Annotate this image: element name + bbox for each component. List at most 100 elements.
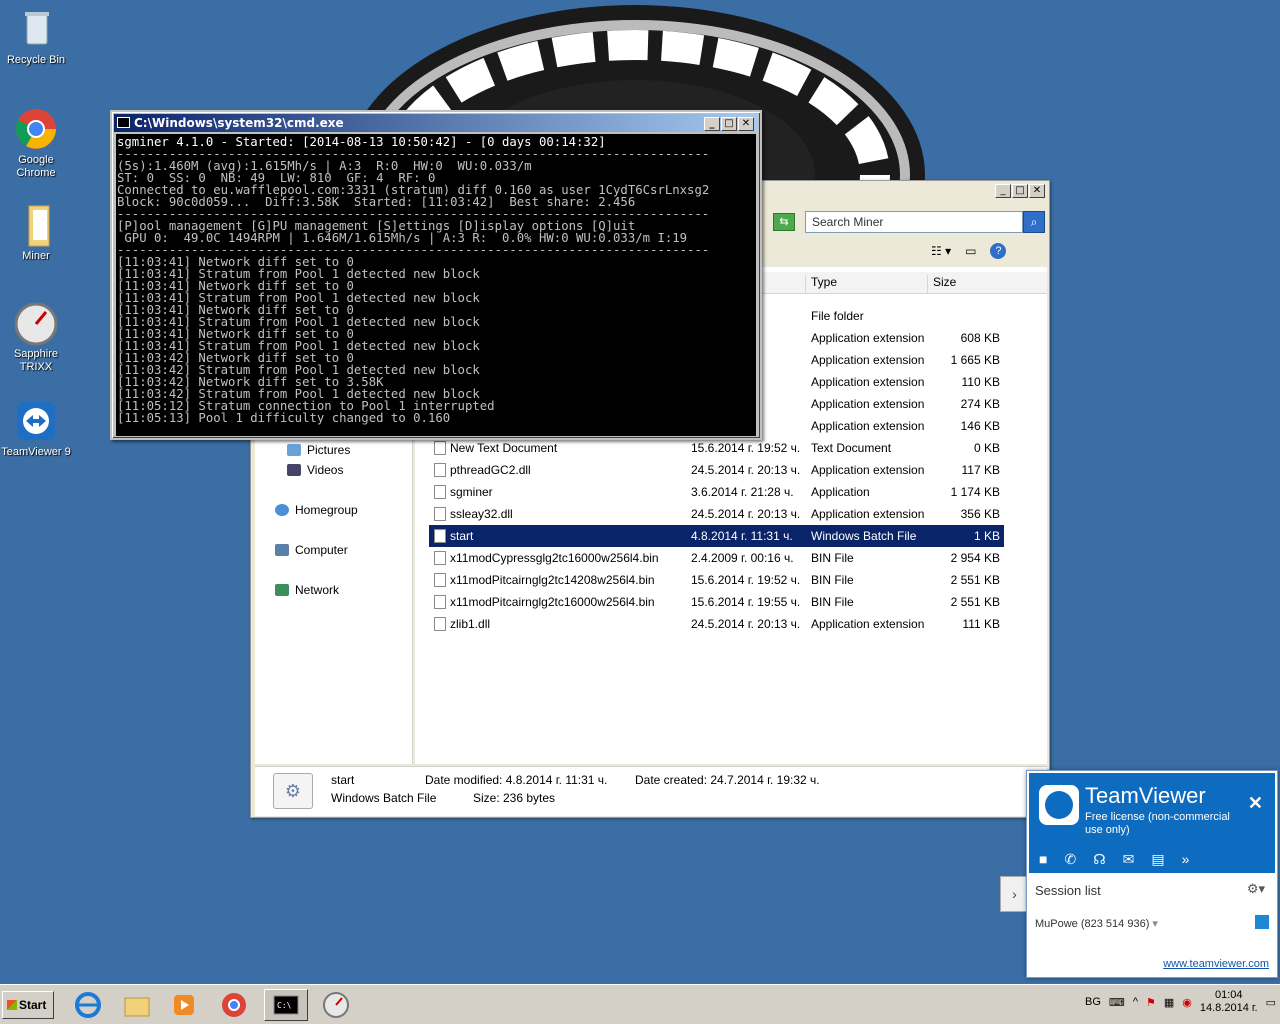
file-type: Application extension [811, 353, 925, 367]
phone-icon[interactable]: ✆ [1064, 851, 1076, 868]
network-icon [275, 584, 289, 596]
column-size[interactable]: Size [927, 275, 1007, 293]
file-name: x11modPitcairnglg2tc16000w256l4.bin [450, 595, 655, 609]
clock[interactable]: 01:04 14.8.2014 г. [1200, 989, 1258, 1015]
file-size: 1 665 KB [950, 353, 1000, 367]
taskbar: Start C:\ BG ⌨ ^ ⚑ ▦ ◉ 01:04 14.8.2014 г… [0, 984, 1280, 1024]
pictures-icon [287, 444, 301, 456]
details-modified: Date modified: 4.8.2014 г. 11:31 ч. [425, 773, 608, 787]
keyboard-icon[interactable]: ⌨ [1109, 996, 1125, 1009]
desktop-icon-teamviewer[interactable]: TeamViewer 9 [0, 398, 72, 459]
search-input[interactable]: Search Miner [805, 211, 1023, 233]
file-row[interactable]: sgminer 3.6.2014 г. 21:28 ч. Application 1 … [429, 481, 1004, 503]
file-type: BIN File [811, 595, 854, 609]
teamviewer-icon [13, 398, 59, 444]
console-output[interactable]: sgminer 4.1.0 - Started: [2014-08-13 10:… [116, 134, 756, 436]
taskbar-chrome[interactable] [212, 989, 256, 1021]
search-icon[interactable]: ⌕ [1023, 211, 1045, 233]
nav-item-homegroup[interactable]: Homegroup [275, 503, 358, 517]
file-row[interactable]: x11modPitcairnglg2tc14208w256l4.bin 15.6.… [429, 569, 1004, 591]
cmd-title-bar[interactable]: C:\Windows\system32\cmd.exe _ □ ✕ [114, 114, 758, 132]
file-row[interactable]: zlib1.dll 24.5.2014 г. 20:13 ч. Applicatio… [429, 613, 1004, 635]
system-tray: BG ⌨ ^ ⚑ ▦ ◉ 01:04 14.8.2014 г. ▭ [1085, 989, 1276, 1015]
cmd-window[interactable]: C:\Windows\system32\cmd.exe _ □ ✕ sgmine… [110, 110, 762, 440]
file-type: Windows Batch File [811, 529, 917, 543]
file-name: New Text Document [450, 441, 558, 455]
file-row[interactable]: pthreadGC2.dll 24.5.2014 г. 20:13 ч. Appli… [429, 459, 1004, 481]
nav-item-computer[interactable]: Computer [275, 543, 348, 557]
taskbar-media-player[interactable] [162, 989, 206, 1021]
volume-icon[interactable]: ◉ [1182, 996, 1192, 1009]
show-desktop-icon[interactable]: ▭ [1266, 996, 1276, 1009]
language-indicator[interactable]: BG [1085, 996, 1101, 1008]
file-row[interactable]: start 4.8.2014 г. 11:31 ч. Windows Batch F… [429, 525, 1004, 547]
file-size: 117 KB [961, 463, 1000, 477]
taskbar-trixx[interactable] [314, 989, 358, 1021]
help-icon[interactable]: ? [990, 243, 1007, 259]
file-size: 356 KB [960, 507, 1000, 521]
recycle-bin-icon [13, 6, 59, 52]
session-partner[interactable]: MuPowe (823 514 936) ▾ [1035, 917, 1158, 930]
details-created: Date created: 24.7.2014 г. 19:32 ч. [635, 773, 820, 787]
nav-item-pictures[interactable]: Pictures [287, 443, 350, 457]
teamviewer-collapse-tab[interactable]: › [1000, 876, 1028, 912]
network-icon[interactable]: ▦ [1164, 996, 1174, 1009]
more-icon[interactable]: » [1182, 851, 1190, 868]
file-type: Application extension [811, 375, 925, 389]
preview-pane-icon[interactable]: ▭ [965, 244, 976, 258]
video-icon[interactable]: ■ [1039, 851, 1047, 868]
file-date: 15.6.2014 г. 19:52 ч. [691, 441, 801, 455]
cursor-icon[interactable] [1255, 915, 1269, 929]
details-size: Size: 236 bytes [473, 791, 556, 805]
teamviewer-link[interactable]: www.teamviewer.com [1163, 958, 1269, 970]
taskbar-cmd[interactable]: C:\ [264, 989, 308, 1021]
file-icon [434, 595, 446, 609]
nav-item-network[interactable]: Network [275, 583, 339, 597]
console-log-line: [11:05:13] Pool 1 difficulty changed to … [117, 411, 451, 425]
desktop-icon-miner[interactable]: Miner [0, 202, 72, 263]
column-type[interactable]: Type [805, 275, 927, 293]
file-type: BIN File [811, 573, 854, 587]
desktop-icon-label: Google Chrome [16, 154, 56, 179]
close-icon[interactable]: ✕ [1248, 793, 1263, 814]
refresh-button[interactable]: ⇆ [773, 213, 795, 231]
file-row[interactable]: ssleay32.dll 24.5.2014 г. 20:13 ч. Applica… [429, 503, 1004, 525]
chat-icon[interactable]: ✉ [1123, 851, 1135, 868]
file-icon [434, 485, 446, 499]
file-name: x11modPitcairnglg2tc14208w256l4.bin [450, 573, 655, 587]
desktop-icon-recycle-bin[interactable]: Recycle Bin [0, 6, 72, 67]
desktop-icon-chrome[interactable]: Google Chrome [0, 106, 72, 180]
view-options-icon[interactable]: ☷ ▾ [931, 244, 951, 258]
file-date: 24.5.2014 г. 20:13 ч. [691, 463, 801, 477]
flag-icon[interactable]: ⚑ [1146, 996, 1156, 1009]
maximize-button[interactable]: □ [721, 117, 737, 131]
start-button[interactable]: Start [2, 991, 54, 1019]
taskbar-explorer[interactable] [114, 989, 158, 1021]
file-type: BIN File [811, 551, 854, 565]
gauge-icon [323, 992, 349, 1018]
file-type: Text Document [811, 441, 892, 455]
show-hidden-icons[interactable]: ^ [1133, 996, 1138, 1008]
file-name: ssleay32.dll [450, 507, 513, 521]
nav-item-videos[interactable]: Videos [287, 463, 343, 477]
file-size: 274 KB [960, 397, 1000, 411]
file-icon [434, 573, 446, 587]
file-row[interactable]: x11modPitcairnglg2tc16000w256l4.bin 15.6.… [429, 591, 1004, 613]
file-row[interactable]: x11modCypressglg2tc16000w256l4.bin 2.4.20… [429, 547, 1004, 569]
file-row[interactable]: New Text Document 15.6.2014 г. 19:52 ч. Te… [429, 437, 1004, 459]
minimize-button[interactable]: _ [704, 117, 720, 131]
gear-icon[interactable]: ⚙▾ [1247, 881, 1265, 897]
file-date: 24.5.2014 г. 20:13 ч. [691, 507, 801, 521]
desktop-icon-label: Miner [22, 250, 50, 262]
taskbar-ie[interactable] [66, 989, 110, 1021]
maximize-button[interactable]: □ [1012, 184, 1028, 198]
desktop-icon-label: Sapphire TRIXX [13, 348, 59, 373]
file-size: 1 174 KB [950, 485, 1000, 499]
file-transfer-icon[interactable]: ▤ [1151, 851, 1164, 868]
file-date: 3.6.2014 г. 21:28 ч. [691, 485, 794, 499]
desktop-icon-sapphire-trixx[interactable]: Sapphire TRIXX [0, 300, 72, 374]
headset-icon[interactable]: ☊ [1093, 851, 1105, 868]
close-button[interactable]: ✕ [1029, 184, 1045, 198]
minimize-button[interactable]: _ [995, 184, 1011, 198]
close-button[interactable]: ✕ [738, 117, 754, 131]
